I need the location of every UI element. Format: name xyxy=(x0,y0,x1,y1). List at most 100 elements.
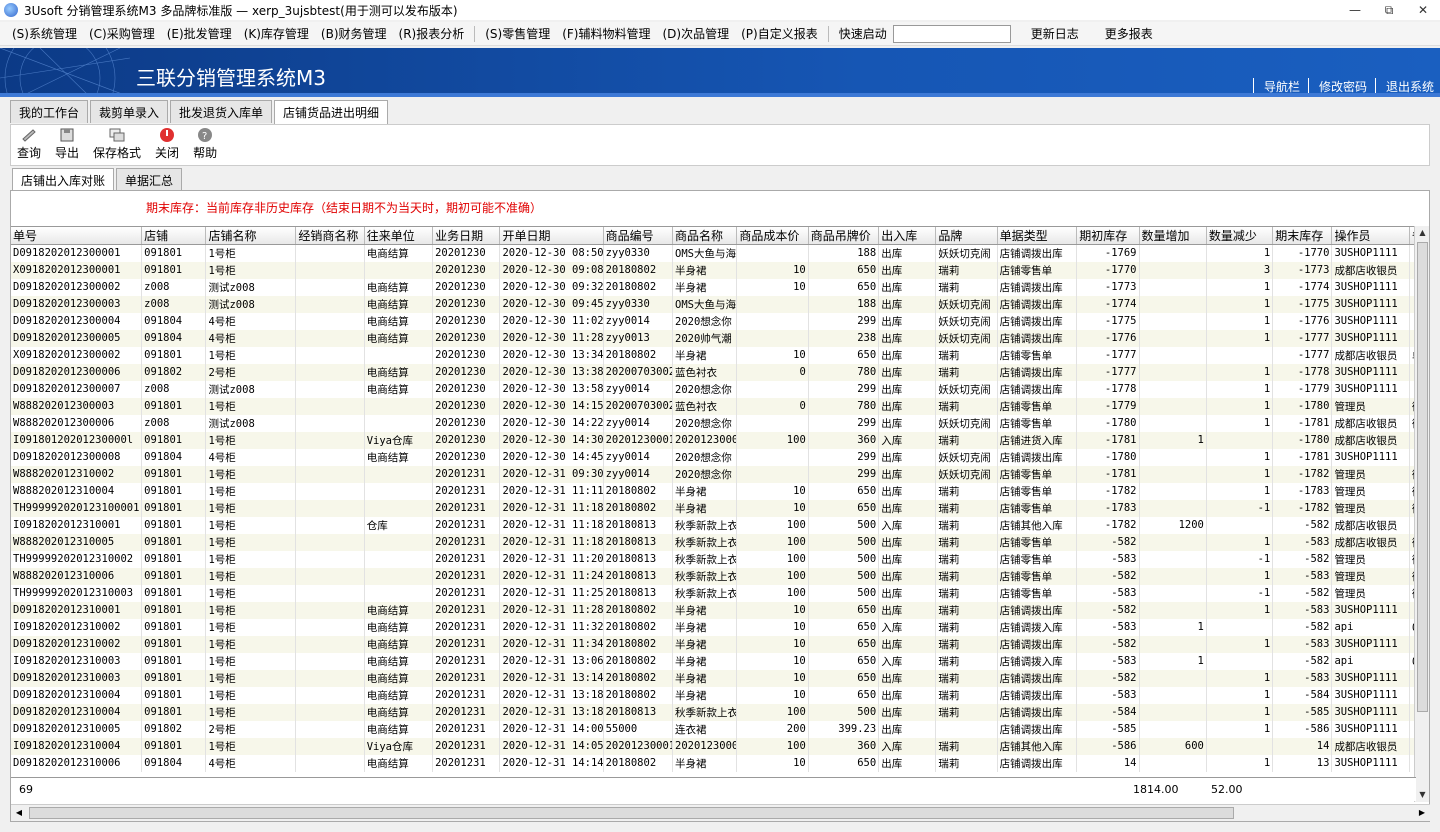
menu-system[interactable]: (S)系统管理 xyxy=(6,25,83,42)
table-row[interactable]: D0918202012300007 z008 测试z008 电商结算 20201230 2… xyxy=(11,380,1416,398)
column-header[interactable]: 店铺名称 xyxy=(205,227,297,245)
query-button[interactable]: 查询 xyxy=(17,127,41,165)
table-row[interactable]: I09180120201230000l 091801 1号柜 Viya仓库 202012… xyxy=(11,431,1416,449)
scroll-right-arrow-icon[interactable]: ▶ xyxy=(1414,805,1430,821)
tab-store-goods-detail[interactable]: 店铺货品进出明细 xyxy=(274,100,389,125)
column-header[interactable]: 商品成本价 xyxy=(736,227,809,245)
table-row[interactable]: I0918202012310003 091801 1号柜 电商结算 20201231 20… xyxy=(11,652,1416,670)
table-row[interactable]: D0918202012310002 091801 1号柜 电商结算 20201231 20… xyxy=(11,635,1416,653)
table-row[interactable]: D0918202012300003 z008 测试z008 电商结算 20201230 2… xyxy=(11,295,1416,313)
tab-wholesale-return[interactable]: 批发退货入库单 xyxy=(170,100,273,123)
column-header[interactable]: 期末库存 xyxy=(1272,227,1333,245)
column-header[interactable]: 单据类型 xyxy=(997,227,1078,245)
column-header[interactable]: 操作员 xyxy=(1331,227,1411,245)
restore-button[interactable]: ⧉ xyxy=(1372,0,1406,20)
table-row[interactable]: D0918202012300004 091804 4号柜 电商结算 20201230 20… xyxy=(11,312,1416,330)
table-cell: 1号柜 xyxy=(205,567,297,585)
column-header[interactable]: 开单日期 xyxy=(499,227,604,245)
table-cell: 1 xyxy=(1206,686,1274,704)
column-header[interactable]: 期初库存 xyxy=(1076,227,1140,245)
data-grid[interactable]: 单号 店铺 店铺名称 经销商名称 往来单位 业务日期 开单日期 商品编号 商品名称 商品成本价 商品… xyxy=(11,226,1416,776)
table-row[interactable]: D0918202012300008 091804 4号柜 电商结算 20201230 20… xyxy=(11,448,1416,466)
column-header[interactable]: 数量增加 xyxy=(1139,227,1207,245)
table-row[interactable]: TH99999202012310003 091801 1号柜 20201231 2020… xyxy=(11,584,1416,602)
menu-wholesale[interactable]: (E)批发管理 xyxy=(161,25,238,42)
table-row[interactable]: D0918202012310001 091801 1号柜 电商结算 20201231 20… xyxy=(11,601,1416,619)
table-row[interactable]: D0918202012310004 091801 1号柜 电商结算 20201231 20… xyxy=(11,686,1416,704)
table-row[interactable]: X0918202012300001 091801 1号柜 20201230 2020-1… xyxy=(11,261,1416,279)
minimize-button[interactable]: — xyxy=(1338,0,1372,20)
table-cell xyxy=(736,414,809,432)
table-row[interactable]: I0918202012310001 091801 1号柜 仓库 20201231 2020… xyxy=(11,516,1416,534)
help-button[interactable]: ? 帮助 xyxy=(193,127,217,165)
table-row[interactable]: D0918202012300006 091802 2号柜 电商结算 20201230 20… xyxy=(11,363,1416,381)
table-row[interactable]: D0918202012300001 091801 1号柜 电商结算 20201230 20… xyxy=(11,244,1416,262)
close-window-button[interactable]: ✕ xyxy=(1406,0,1440,20)
column-header[interactable]: 商品编号 xyxy=(603,227,674,245)
column-header[interactable]: 出入库 xyxy=(878,227,937,245)
table-row[interactable]: W888202012310005 091801 1号柜 20201231 2020-12… xyxy=(11,533,1416,551)
menu-defective[interactable]: (D)次品管理 xyxy=(657,25,736,42)
column-header[interactable]: 数量减少 xyxy=(1206,227,1274,245)
table-row[interactable]: W888202012310006 091801 1号柜 20201231 2020-12… xyxy=(11,567,1416,585)
menu-finance[interactable]: (B)财务管理 xyxy=(315,25,393,42)
table-row[interactable]: D0918202012310003 091801 1号柜 电商结算 20201231 20… xyxy=(11,669,1416,687)
column-header[interactable]: 商品吊牌价 xyxy=(808,227,880,245)
more-reports-link[interactable]: 更多报表 xyxy=(1099,25,1159,42)
menu-purchase[interactable]: (C)采购管理 xyxy=(83,25,161,42)
tab-workbench[interactable]: 我的工作台 xyxy=(10,100,89,123)
table-cell: 出库 xyxy=(878,380,937,398)
table-cell: 20201231 xyxy=(432,669,501,687)
column-header[interactable]: 单号 xyxy=(11,227,143,245)
table-row[interactable]: D0918202012300002 z008 测试z008 电商结算 20201230 2… xyxy=(11,278,1416,296)
table-row[interactable]: D0918202012310006 091804 4号柜 电商结算 20201231 20… xyxy=(11,754,1416,772)
table-row[interactable]: D0918202012310004 091801 1号柜 电商结算 20201231 20… xyxy=(11,703,1416,721)
table-cell: 3USHOP1111 xyxy=(1331,278,1411,296)
table-cell xyxy=(295,669,365,687)
scroll-left-arrow-icon[interactable]: ◀ xyxy=(11,805,27,821)
column-header[interactable]: 往来单位 xyxy=(364,227,434,245)
menu-reports[interactable]: (R)报表分析 xyxy=(393,25,471,42)
table-row[interactable]: D0918202012300005 091804 4号柜 电商结算 20201230 20… xyxy=(11,329,1416,347)
column-header[interactable]: 品牌 xyxy=(935,227,998,245)
tab-store-reconciliation[interactable]: 店铺出入库对账 xyxy=(12,168,115,191)
table-row[interactable]: TH99999202012310002 091801 1号柜 20201231 2020… xyxy=(11,550,1416,568)
scroll-up-arrow-icon[interactable]: ▲ xyxy=(1415,226,1430,240)
table-row[interactable]: I0918202012310004 091801 1号柜 Viya仓库 20201231… xyxy=(11,737,1416,755)
table-cell: -1781 xyxy=(1272,414,1333,432)
save-format-button[interactable]: 保存格式 xyxy=(93,127,141,165)
menu-materials[interactable]: (F)辅料物料管理 xyxy=(556,25,656,42)
vertical-scrollbar[interactable]: ▲ ▼ xyxy=(1414,226,1429,802)
horizontal-scrollbar[interactable]: ◀ ▶ xyxy=(11,804,1430,821)
column-header[interactable]: 业务日期 xyxy=(432,227,501,245)
vertical-scroll-thumb[interactable] xyxy=(1417,242,1428,712)
tab-document-summary[interactable]: 单据汇总 xyxy=(116,168,183,190)
table-row[interactable]: W888202012300006 z008 测试z008 20201230 2020-1… xyxy=(11,414,1416,432)
table-row[interactable]: W888202012300003 091801 1号柜 20201230 2020-12… xyxy=(11,397,1416,415)
table-row[interactable]: W888202012310004 091801 1号柜 20201231 2020-12… xyxy=(11,482,1416,500)
table-cell: 管理员 xyxy=(1331,499,1411,517)
menu-inventory[interactable]: (K)库存管理 xyxy=(238,25,315,42)
table-cell: -582 xyxy=(1076,669,1140,687)
table-cell: 成都店收银员 xyxy=(1331,533,1411,551)
scroll-down-arrow-icon[interactable]: ▼ xyxy=(1415,788,1430,802)
table-row[interactable]: I0918202012310002 091801 1号柜 电商结算 20201231 20… xyxy=(11,618,1416,636)
close-button[interactable]: 关闭 xyxy=(155,127,179,165)
quick-start-input[interactable] xyxy=(892,24,1011,43)
table-row[interactable]: D0918202012310005 091802 2号柜 电商结算 20201231 20… xyxy=(11,720,1416,738)
menu-custom-report[interactable]: (P)自定义报表 xyxy=(735,25,824,42)
table-cell: 0 xyxy=(736,397,809,415)
column-header[interactable]: 商品名称 xyxy=(672,227,738,245)
table-row[interactable]: W888202012310002 091801 1号柜 20201231 2020-12… xyxy=(11,465,1416,483)
table-row[interactable]: X0918202012300002 091801 1号柜 20201230 2020-1… xyxy=(11,346,1416,364)
column-header[interactable]: 经销商名称 xyxy=(295,227,365,245)
tab-cutting-entry[interactable]: 裁剪单录入 xyxy=(90,100,169,123)
table-cell: 店铺零售单 xyxy=(997,465,1078,483)
menu-retail[interactable]: (S)零售管理 xyxy=(479,25,556,42)
horizontal-scroll-thumb[interactable] xyxy=(29,807,1234,819)
table-row[interactable]: TH999992020123100001 091801 1号柜 20201231 202… xyxy=(11,499,1416,517)
table-cell: 091801 xyxy=(141,652,207,670)
changelog-link[interactable]: 更新日志 xyxy=(1025,25,1085,42)
column-header[interactable]: 店铺 xyxy=(141,227,207,245)
export-button[interactable]: 导出 xyxy=(55,127,79,165)
